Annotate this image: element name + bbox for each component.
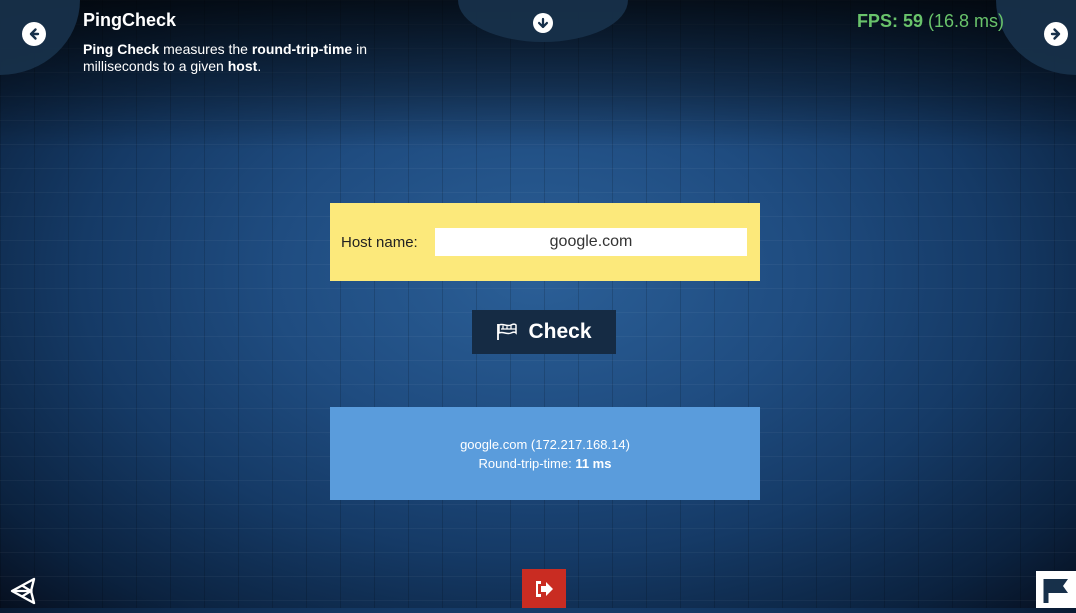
back-button[interactable] <box>22 22 46 46</box>
fps-counter: FPS: 59 (16.8 ms) <box>857 11 1004 32</box>
desc-text-1: measures the <box>159 41 252 57</box>
checkered-flag-icon <box>496 323 518 341</box>
rtt-label: Round-trip-time: <box>478 455 576 471</box>
result-rtt: Round-trip-time: 11 ms <box>479 454 612 473</box>
check-button-label: Check <box>528 320 592 343</box>
forward-button[interactable] <box>1044 22 1068 46</box>
host-panel: Host name: <box>330 203 760 281</box>
desc-text-3: . <box>257 58 262 74</box>
host-name-input[interactable] <box>435 228 747 256</box>
arrow-left-circle-icon <box>29 28 40 40</box>
result-host-ip: google.com (172.217.168.14) <box>460 436 630 452</box>
host-name-label: Host name: <box>341 233 418 251</box>
desc-bold-rtt: round-trip-time <box>251 41 353 57</box>
fps-ms: (16.8 ms) <box>922 11 1004 31</box>
exit-button[interactable] <box>522 569 566 608</box>
flag-icon <box>1043 578 1068 603</box>
desc-bold-name: Ping Check <box>83 41 160 57</box>
check-button[interactable]: Check <box>472 310 616 354</box>
unity-logo-icon[interactable] <box>8 574 42 608</box>
exit-icon <box>536 580 553 597</box>
result-panel: google.com (172.217.168.14) Round-trip-t… <box>330 407 760 500</box>
rtt-value: 11 ms <box>575 455 612 471</box>
fps-value: FPS: 59 <box>856 11 923 31</box>
down-button[interactable] <box>533 13 553 33</box>
page-description: Ping Check measures the round-trip-time … <box>83 41 423 75</box>
page-title: PingCheck <box>83 10 177 30</box>
arrow-down-circle-icon <box>537 17 549 29</box>
arrow-right-circle-icon <box>1050 28 1061 40</box>
desc-bold-host: host <box>227 58 258 74</box>
flag-button[interactable] <box>1036 571 1076 608</box>
